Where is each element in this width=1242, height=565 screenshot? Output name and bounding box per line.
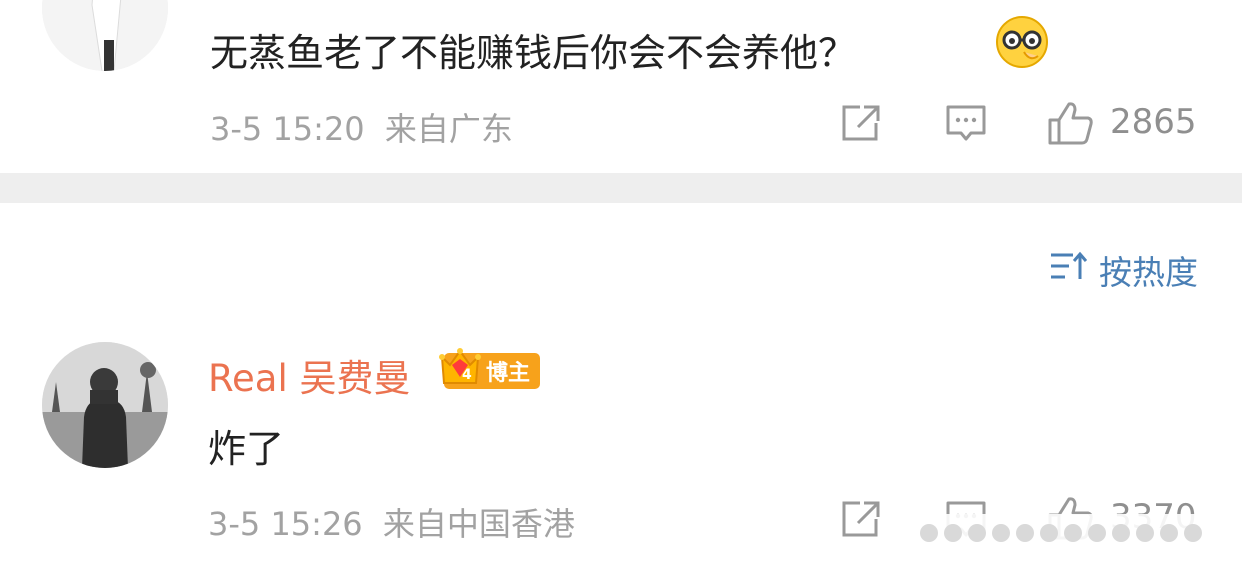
watermark-dot: [1112, 524, 1130, 542]
like-icon[interactable]: [1047, 100, 1095, 150]
like-count: 2865: [1110, 102, 1197, 142]
share-icon[interactable]: [840, 499, 882, 543]
watermark-dot: [1160, 524, 1178, 542]
comment-text-content: 无蒸鱼老了不能赚钱后你会不会养他？: [210, 31, 857, 75]
badge-label: 博主: [486, 361, 531, 386]
watermark-dot: [1064, 524, 1082, 542]
watermark-dot: [1040, 524, 1058, 542]
comment-item: 无蒸鱼老了不能赚钱后你会不会养他？ 3-5 15:20 来自广东 2865: [0, 0, 1242, 173]
section-divider: [0, 173, 1242, 203]
username-text: Real 吴费曼: [208, 357, 411, 400]
crown-icon: [438, 345, 482, 397]
comment-text: 无蒸鱼老了不能赚钱后你会不会养他？: [210, 22, 856, 77]
comment-meta: 3-5 15:26 来自中国香港: [208, 499, 575, 545]
reply-icon[interactable]: [945, 103, 987, 149]
watermark-dot: [1088, 524, 1106, 542]
badge-level: 4: [462, 367, 472, 383]
watermark-overlay: [912, 514, 1234, 552]
watermark-dot: [920, 524, 938, 542]
blogger-badge: 4 博主: [439, 348, 541, 389]
watermark-dot: [992, 524, 1010, 542]
watermark-dot: [1136, 524, 1154, 542]
comment-item: Real 吴费曼 4 博主 炸了 3-5 15:26 来自中国香港: [0, 203, 1242, 565]
comment-text-content: 炸了: [208, 427, 285, 471]
glasses-peek-emoji-icon: [994, 14, 1050, 74]
timestamp: 3-5 15:20: [210, 110, 365, 148]
timestamp: 3-5 15:26: [208, 505, 363, 543]
comment-text: 炸了: [208, 418, 284, 473]
location: 来自中国香港: [382, 505, 575, 543]
share-icon[interactable]: [840, 103, 882, 147]
watermark-dot: [1016, 524, 1034, 542]
comment-meta: 3-5 15:20 来自广东: [210, 104, 513, 150]
watermark-dot: [944, 524, 962, 542]
username[interactable]: Real 吴费曼: [208, 348, 411, 402]
location: 来自广东: [384, 110, 513, 148]
watermark-dot: [968, 524, 986, 542]
avatar[interactable]: [42, 342, 168, 468]
watermark-dot: [1184, 524, 1202, 542]
avatar[interactable]: [42, 0, 168, 71]
